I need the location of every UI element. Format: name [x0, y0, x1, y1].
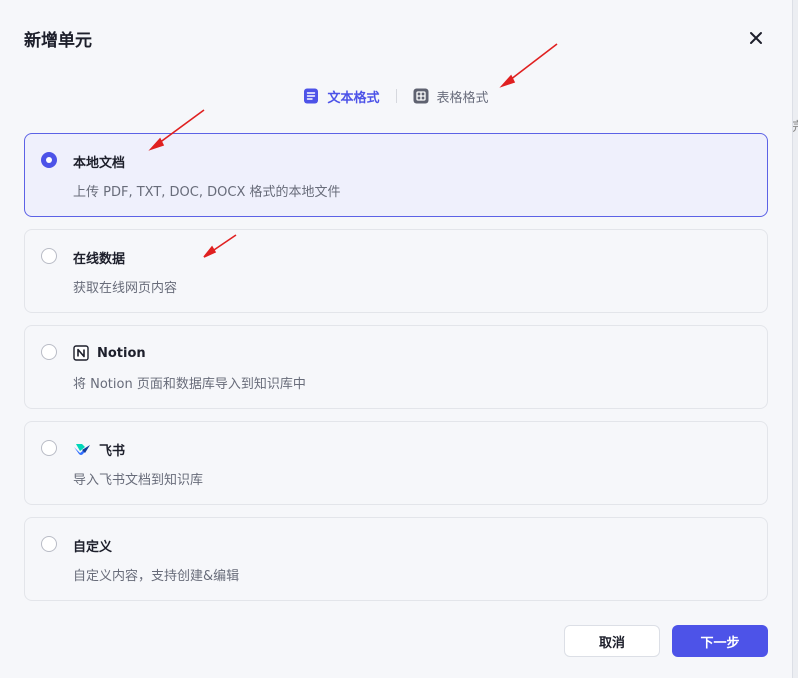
option-title: 在线数据 [73, 251, 126, 267]
tab-table-format[interactable]: 表格格式 [413, 87, 489, 106]
next-step-button[interactable]: 下一步 [672, 625, 768, 657]
option-title: 本地文档 [73, 155, 126, 171]
add-unit-dialog: 新增单元 文本格式 表格格式 本地文档 上传 PDF, TXT, DOC, DO… [0, 0, 793, 678]
radio-button[interactable] [41, 440, 57, 456]
close-icon [750, 32, 762, 44]
option-description: 自定义内容，支持创建&编辑 [73, 569, 240, 584]
notion-icon [73, 345, 89, 361]
radio-button[interactable] [41, 152, 57, 168]
radio-button[interactable] [41, 536, 57, 552]
format-tabs: 文本格式 表格格式 [0, 84, 792, 108]
option-description: 上传 PDF, TXT, DOC, DOCX 格式的本地文件 [73, 185, 341, 200]
option-feishu[interactable]: 飞书 导入飞书文档到知识库 [24, 421, 768, 505]
option-description: 将 Notion 页面和数据库导入到知识库中 [73, 377, 306, 392]
option-description: 导入飞书文档到知识库 [73, 473, 204, 488]
feishu-icon [73, 441, 91, 457]
tab-text-format[interactable]: 文本格式 [303, 87, 380, 106]
tab-divider [395, 89, 397, 103]
option-custom[interactable]: 自定义 自定义内容，支持创建&编辑 [24, 517, 768, 601]
option-description: 获取在线网页内容 [73, 281, 178, 296]
close-button[interactable] [744, 26, 768, 50]
option-title: Notion [97, 345, 146, 361]
dialog-title: 新增单元 [24, 31, 92, 51]
table-icon [413, 88, 429, 104]
option-title: 自定义 [73, 539, 113, 555]
tab-text-format-label: 文本格式 [327, 90, 380, 106]
radio-button[interactable] [41, 344, 57, 360]
option-notion[interactable]: Notion 将 Notion 页面和数据库导入到知识库中 [24, 325, 768, 409]
tab-table-format-label: 表格格式 [436, 90, 489, 106]
document-icon [303, 88, 319, 104]
cancel-button[interactable]: 取消 [564, 625, 660, 657]
option-title: 飞书 [99, 443, 126, 459]
option-online-data[interactable]: 在线数据 获取在线网页内容 [24, 229, 768, 313]
radio-button[interactable] [41, 248, 57, 264]
option-local-document[interactable]: 本地文档 上传 PDF, TXT, DOC, DOCX 格式的本地文件 [24, 133, 768, 217]
